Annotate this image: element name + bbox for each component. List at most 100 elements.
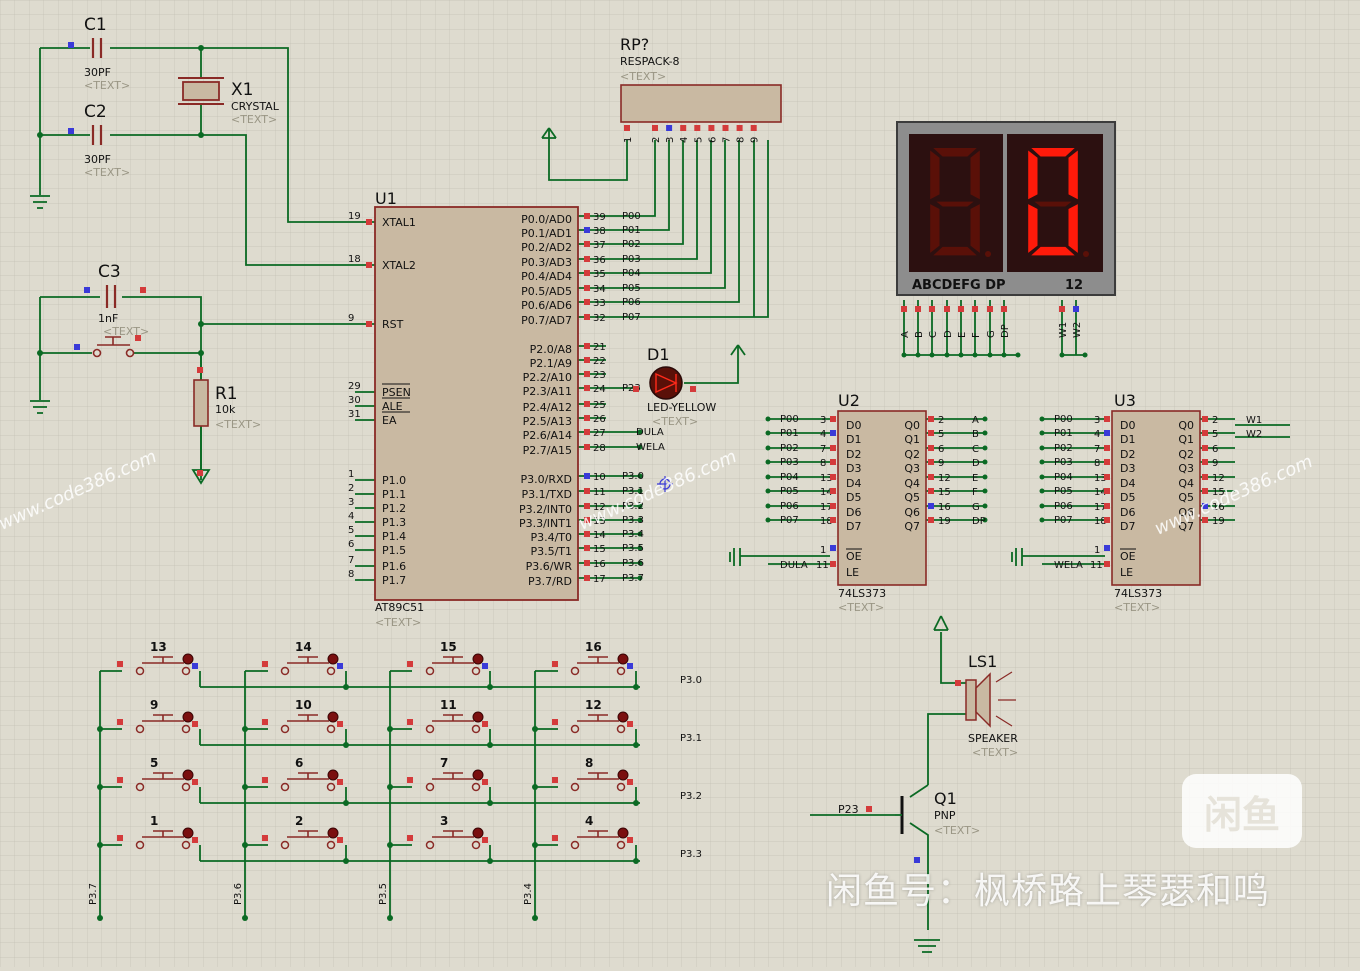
pin-marker: [407, 835, 413, 841]
pin-marker: [337, 721, 343, 727]
mcu-pin-number: 11: [593, 487, 606, 498]
keypad-key-label: 4: [585, 814, 593, 828]
mcu-pin-name: P0.6/AD6: [521, 299, 572, 312]
switch-indicator: [617, 711, 629, 723]
pin-marker: [928, 517, 934, 523]
latch-d-name: D3: [1120, 462, 1135, 475]
pin-marker: [1202, 474, 1208, 480]
latch-pin-out: 6: [938, 444, 944, 455]
mcu-pin-number: 36: [593, 255, 606, 266]
latch-d-name: D2: [1120, 448, 1135, 461]
pin-marker: [584, 285, 590, 291]
net-label: P05: [622, 283, 641, 294]
q1-ref: Q1: [934, 789, 957, 808]
latch-d-name: D6: [1120, 506, 1135, 519]
pin-marker: [84, 287, 90, 293]
mcu-pin-number: 32: [593, 313, 606, 324]
pin-marker: [407, 777, 413, 783]
latch-le-net: DULA: [780, 560, 808, 571]
display-seg-pin: D: [943, 330, 954, 338]
pin-marker: [830, 517, 836, 523]
respack-pin-number: 1: [623, 137, 634, 143]
pin-marker: [584, 473, 590, 479]
pin-marker: [633, 386, 639, 392]
latch-q-name: Q3: [1178, 462, 1194, 475]
mcu-pin-name: P3.2/INT0: [519, 503, 572, 516]
mcu-pin-number: 30: [348, 395, 361, 406]
latch-net-in: P00: [1054, 414, 1073, 425]
pin-marker: [552, 835, 558, 841]
c2-ref: C2: [84, 102, 107, 122]
mcu-pin-name: PSEN: [382, 386, 411, 399]
pin-marker: [140, 287, 146, 293]
segment-e: [930, 204, 940, 253]
display-seg-pin: G: [986, 330, 997, 338]
pin-marker: [958, 306, 964, 312]
pin-marker: [337, 837, 343, 843]
pin-marker: [584, 401, 590, 407]
keypad-row-net: P3.2: [680, 791, 702, 802]
latch-net-in: P06: [780, 501, 799, 512]
mcu-pin-name: P3.5/T1: [530, 545, 572, 558]
pin-marker: [584, 488, 590, 494]
pin-marker: [666, 125, 673, 131]
net-label: P01: [622, 225, 641, 236]
latch-pin-in: 8: [820, 458, 826, 469]
pin-marker: [1104, 517, 1110, 523]
keypad-row-net: P3.3: [680, 849, 702, 860]
switch-indicator: [327, 653, 339, 665]
pin-marker: [482, 837, 488, 843]
keypad-key-label: 12: [585, 698, 602, 712]
net-label: P07: [622, 312, 641, 323]
keypad-key-label: 13: [150, 640, 167, 654]
respack-pin-number: 5: [693, 137, 704, 143]
switch-indicator: [327, 769, 339, 781]
mcu-pin-name: P3.0/RXD: [521, 473, 572, 486]
latch-q-name: Q5: [904, 491, 920, 504]
display-com-pin: W1: [1058, 322, 1069, 338]
mcu-pin-name: P2.3/A11: [523, 385, 572, 398]
latch-d-name: D1: [1120, 433, 1135, 446]
segment-dp: [985, 251, 991, 257]
keypad-key-label: 7: [440, 756, 448, 770]
latch-q-name: Q1: [1178, 433, 1194, 446]
pin-marker: [830, 459, 836, 465]
pin-marker: [197, 470, 203, 476]
d1-value: LED-YELLOW: [647, 401, 716, 414]
switch-indicator: [182, 711, 194, 723]
pin-marker: [1104, 561, 1110, 567]
c2-value: 30PF: [84, 153, 111, 166]
mcu-pin-number: 24: [593, 384, 606, 395]
latch-d-name: D5: [1120, 491, 1135, 504]
latch-d-name: D1: [846, 433, 861, 446]
switch-indicator: [617, 653, 629, 665]
pin-marker: [1104, 416, 1110, 422]
latch-pin-out: 19: [938, 516, 951, 527]
mcu-pin-name: P1.7: [382, 574, 406, 587]
pin-marker: [1001, 306, 1007, 312]
pin-marker: [192, 721, 198, 727]
pin-marker: [366, 262, 372, 268]
mcu-pin-name: P0.2/AD2: [521, 241, 572, 254]
mcu-pin-number: 26: [593, 414, 606, 425]
keypad-key-label: 14: [295, 640, 312, 654]
mcu-pin-number: 25: [593, 400, 606, 411]
latch-le-pin: 11: [1090, 560, 1103, 571]
pin-marker: [407, 719, 413, 725]
keypad-key-label: 15: [440, 640, 457, 654]
latch-d-name: D5: [846, 491, 861, 504]
x1-value: CRYSTAL: [231, 100, 280, 113]
switch-indicator: [472, 653, 484, 665]
u3-ref: U3: [1114, 391, 1136, 410]
mcu-pin-number: 22: [593, 356, 606, 367]
switch-indicator: [472, 827, 484, 839]
latch-pin-out: 2: [1212, 415, 1218, 426]
ls1-value: SPEAKER: [968, 732, 1018, 745]
keypad-key-label: 9: [150, 698, 158, 712]
mcu-pin-number: 3: [348, 497, 354, 508]
pin-marker: [1202, 430, 1208, 436]
pin-marker: [624, 125, 630, 131]
mcu-pin-name: P3.1/TXD: [521, 488, 572, 501]
net-label: P02: [622, 239, 641, 250]
latch-net-out: D: [972, 458, 980, 469]
